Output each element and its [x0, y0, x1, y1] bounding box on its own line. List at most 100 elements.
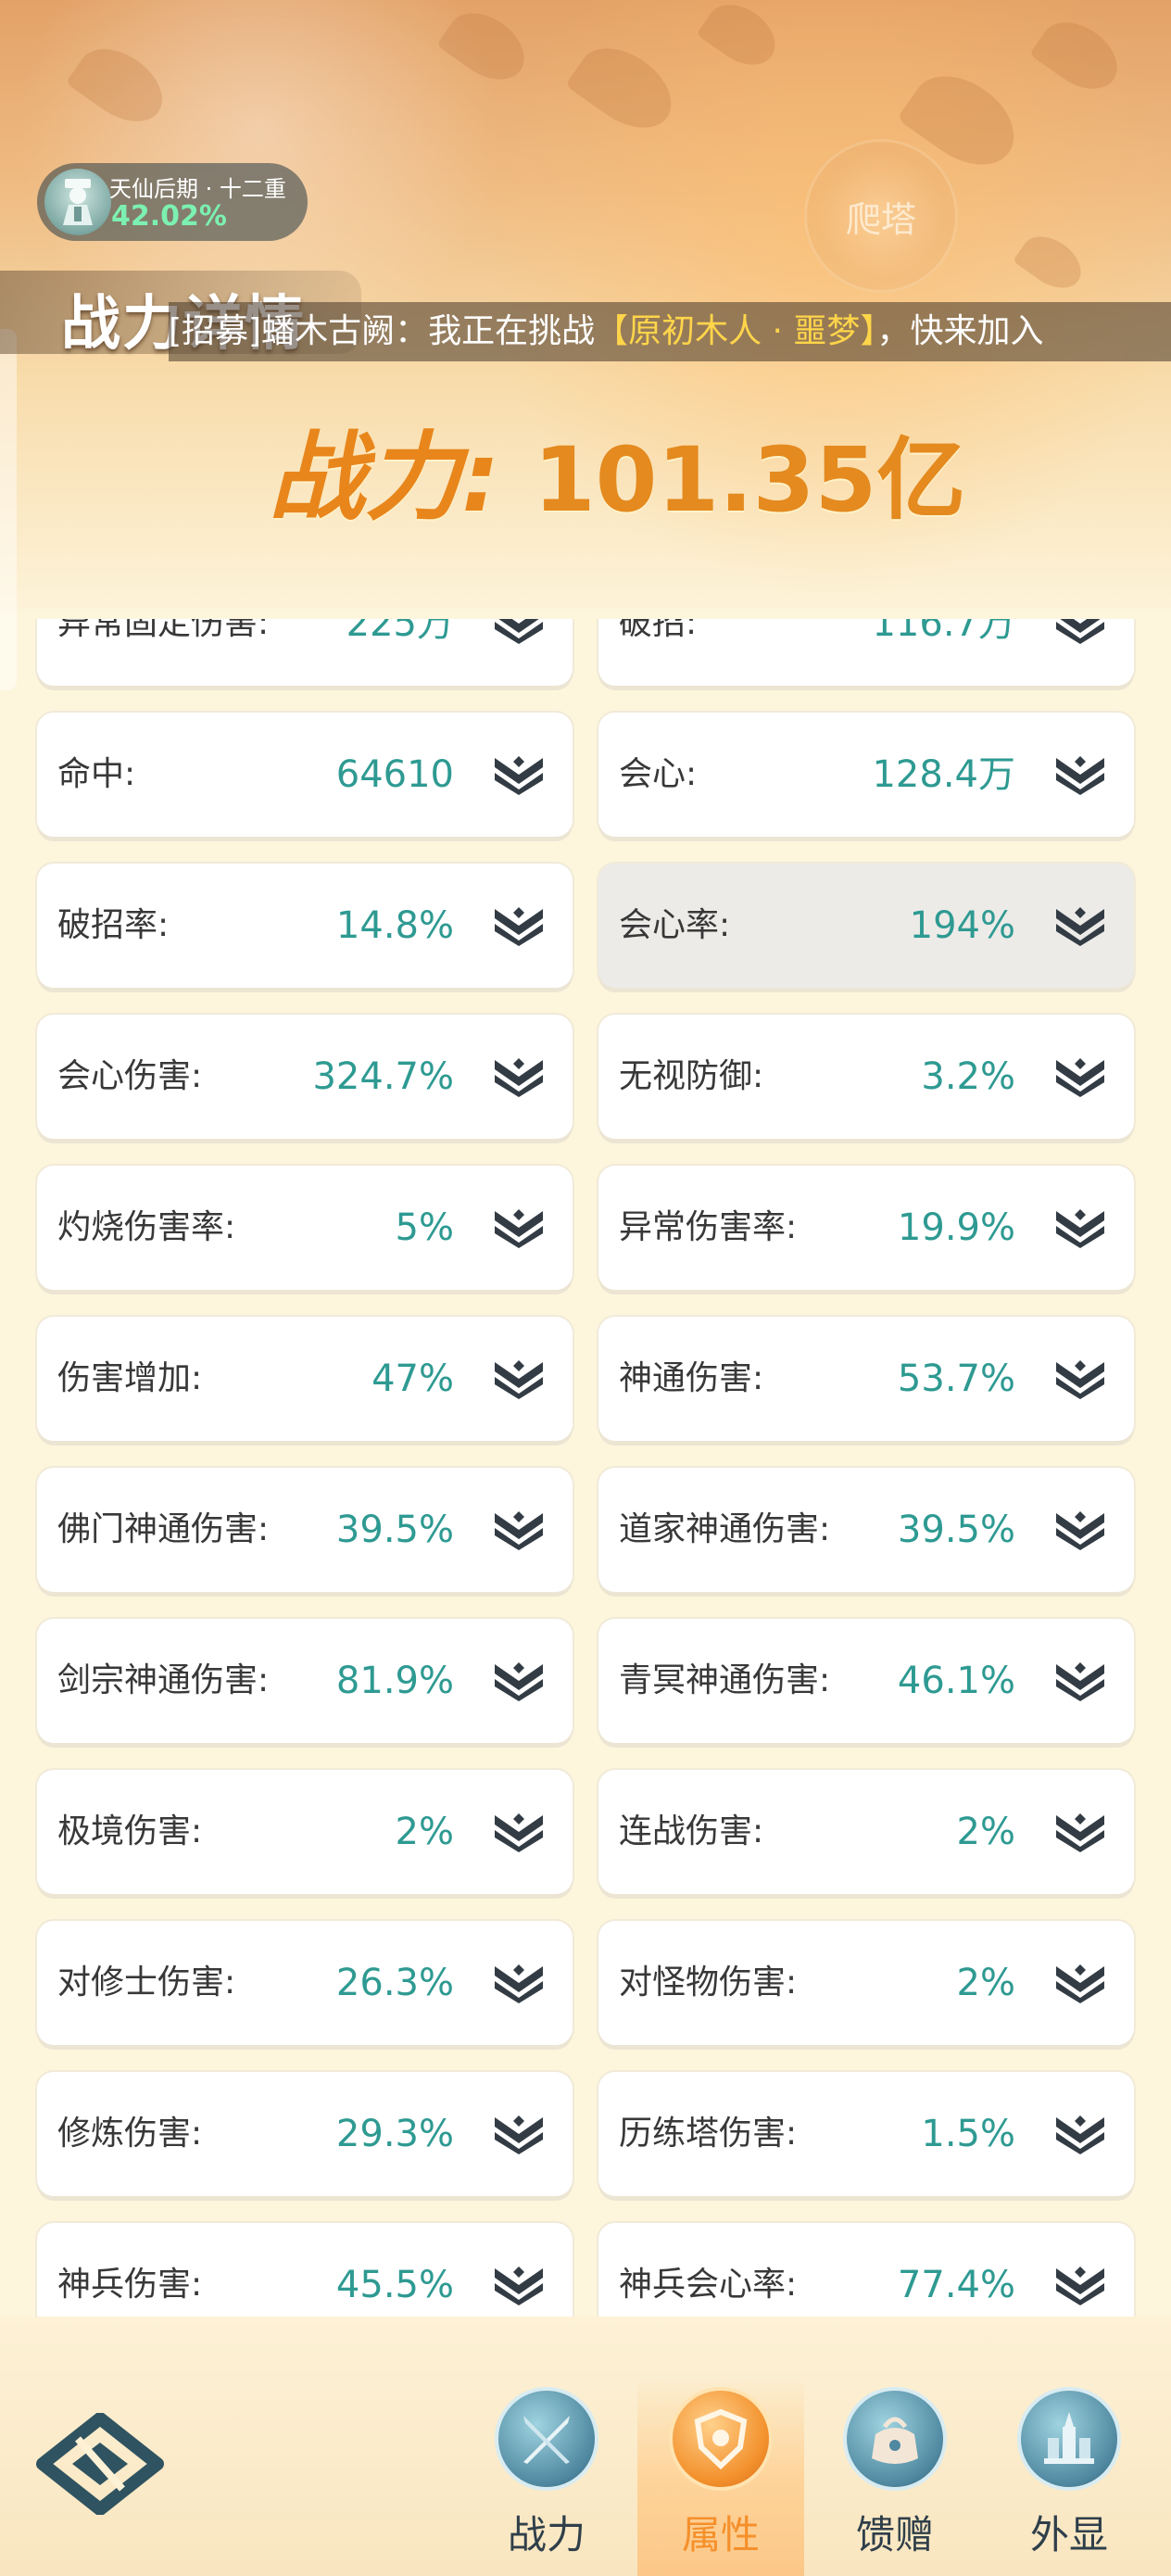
stat-card[interactable]: 连战伤害: 2%: [598, 1770, 1134, 1894]
stat-label: 无视防御:: [619, 1057, 764, 1095]
stat-value: 128.4万: [872, 753, 1015, 796]
nav-label-attributes: 属性: [681, 2512, 760, 2557]
nav-label-combat-power: 战力: [507, 2512, 586, 2557]
stat-label: 异常固定伤害:: [57, 619, 270, 642]
ticker-highlight: 【原初木人 · 噩梦】: [595, 312, 877, 350]
expand-chevron-icon[interactable]: [491, 619, 547, 646]
expand-chevron-icon[interactable]: [491, 2263, 547, 2307]
stat-value: 29.3%: [335, 2113, 454, 2155]
cultivation-level-badge[interactable]: 天仙后期 · 十二重 42.02%: [37, 163, 308, 241]
castle-icon: [1017, 2387, 1121, 2491]
stat-card[interactable]: 灼烧伤害率: 5%: [37, 1166, 573, 1290]
stat-card[interactable]: 佛门神通伤害: 39.5%: [37, 1468, 573, 1592]
stat-label: 对怪物伤害:: [619, 1964, 798, 2001]
stat-card[interactable]: 破招率: 14.8%: [37, 864, 573, 988]
stat-label: 伤害增加:: [57, 1359, 203, 1397]
stat-card[interactable]: 修炼伤害: 29.3%: [37, 2072, 573, 2196]
tower-button[interactable]: 爬塔: [804, 139, 958, 293]
stat-card[interactable]: 异常伤害率: 19.9%: [598, 1166, 1134, 1290]
recruit-ticker[interactable]: [招募]蟠木古阙：我正在挑战【原初木人 · 噩梦】，快来加入: [169, 302, 1171, 361]
nav-tab-combat-power[interactable]: 战力: [463, 2378, 630, 2576]
expand-chevron-icon[interactable]: [1052, 619, 1108, 646]
stat-label: 神通伤害:: [619, 1359, 764, 1397]
stat-label: 破招率:: [57, 906, 170, 944]
expand-chevron-icon[interactable]: [491, 1810, 547, 1854]
nav-label-appearance: 外显: [1029, 2512, 1108, 2557]
expand-chevron-icon[interactable]: [1052, 903, 1108, 948]
stat-card[interactable]: 历练塔伤害: 1.5%: [598, 2072, 1134, 2196]
stat-card[interactable]: 伤害增加: 47%: [37, 1317, 573, 1441]
sword-icon: [495, 2387, 598, 2491]
stat-card[interactable]: 异常固定伤害: 225万: [37, 619, 573, 686]
stat-label: 道家神通伤害:: [619, 1510, 831, 1548]
expand-chevron-icon[interactable]: [1052, 1357, 1108, 1401]
stat-label: 灼烧伤害率:: [57, 1208, 236, 1246]
stat-value: 225万: [346, 619, 454, 645]
stat-card[interactable]: 对怪物伤害: 2%: [598, 1921, 1134, 2045]
combat-power: 战力: 101.35亿: [269, 398, 965, 538]
expand-chevron-icon[interactable]: [1052, 752, 1108, 797]
expand-chevron-icon[interactable]: [1052, 2263, 1108, 2307]
expand-chevron-icon[interactable]: [491, 1054, 547, 1099]
expand-chevron-icon[interactable]: [1052, 1810, 1108, 1854]
nav-tab-appearance[interactable]: 外显: [986, 2378, 1152, 2576]
bottom-navigation: 战力 属性 馈赠 外显: [0, 2317, 1171, 2576]
attribute-list[interactable]: 异常固定伤害: 225万 破招: 116.7万命中: 64610 会心: 128.4万破招率…: [0, 619, 1171, 2333]
expand-chevron-icon[interactable]: [1052, 1961, 1108, 2005]
expand-chevron-icon[interactable]: [491, 1508, 547, 1552]
stat-card[interactable]: 无视防御: 3.2%: [598, 1015, 1134, 1139]
nav-label-gift: 馈赠: [855, 2512, 934, 2557]
expand-chevron-icon[interactable]: [491, 903, 547, 948]
stat-value: 19.9%: [897, 1206, 1015, 1249]
stat-label: 会心伤害:: [57, 1057, 203, 1095]
stat-label: 剑宗神通伤害:: [57, 1661, 270, 1699]
stat-value: 194%: [909, 904, 1015, 947]
stat-label: 对修士伤害:: [57, 1964, 236, 2001]
expand-chevron-icon[interactable]: [1052, 1206, 1108, 1250]
stat-card[interactable]: 道家神通伤害: 39.5%: [598, 1468, 1134, 1592]
stat-label: 异常伤害率:: [619, 1208, 798, 1246]
ticker-suffix: ，快来加入: [876, 312, 1044, 350]
nav-tab-attributes[interactable]: 属性: [637, 2378, 804, 2576]
expand-chevron-icon[interactable]: [1052, 2112, 1108, 2156]
expand-chevron-icon[interactable]: [491, 2112, 547, 2156]
stat-label: 会心率:: [619, 906, 731, 944]
stat-card[interactable]: 命中: 64610: [37, 713, 573, 837]
stat-value: 64610: [335, 753, 454, 796]
expand-chevron-icon[interactable]: [491, 752, 547, 797]
expand-chevron-icon[interactable]: [491, 1206, 547, 1250]
game-logo-icon[interactable]: [35, 2413, 165, 2515]
stat-card[interactable]: 极境伤害: 2%: [37, 1770, 573, 1894]
stat-card[interactable]: 神通伤害: 53.7%: [598, 1317, 1134, 1441]
stat-label: 历练塔伤害:: [619, 2115, 798, 2153]
stat-label: 会心:: [619, 755, 698, 793]
stat-card[interactable]: 会心率: 194%: [598, 864, 1134, 988]
stat-card[interactable]: 对修士伤害: 26.3%: [37, 1921, 573, 2045]
stat-card[interactable]: 会心: 128.4万: [598, 713, 1134, 837]
combat-power-value: 101.35亿: [533, 428, 966, 532]
stat-label: 破招:: [619, 619, 698, 642]
expand-chevron-icon[interactable]: [491, 1357, 547, 1401]
stat-label: 青冥神通伤害:: [619, 1661, 831, 1699]
stat-label: 佛门神通伤害:: [57, 1510, 270, 1548]
expand-chevron-icon[interactable]: [491, 1659, 547, 1703]
stat-value: 47%: [371, 1357, 454, 1400]
stat-label: 命中:: [57, 755, 136, 793]
nav-tab-gift[interactable]: 馈赠: [812, 2378, 978, 2576]
stat-value: 1.5%: [921, 2113, 1015, 2155]
stat-value: 5%: [395, 1206, 454, 1249]
stat-value: 39.5%: [335, 1509, 454, 1551]
expand-chevron-icon[interactable]: [1052, 1659, 1108, 1703]
stat-card[interactable]: 破招: 116.7万: [598, 619, 1134, 686]
stat-value: 46.1%: [897, 1660, 1015, 1702]
expand-chevron-icon[interactable]: [1052, 1508, 1108, 1552]
stat-card[interactable]: 会心伤害: 324.7%: [37, 1015, 573, 1139]
expand-chevron-icon[interactable]: [1052, 1054, 1108, 1099]
stat-card[interactable]: 剑宗神通伤害: 81.9%: [37, 1619, 573, 1743]
stat-value: 116.7万: [872, 619, 1015, 645]
stat-card[interactable]: 青冥神通伤害: 46.1%: [598, 1619, 1134, 1743]
cultivation-progress: 42.02%: [111, 200, 227, 233]
ticker-prefix: [招募]蟠木古阙：我正在挑战: [169, 312, 596, 350]
expand-chevron-icon[interactable]: [491, 1961, 547, 2005]
shield-icon: [669, 2387, 773, 2491]
